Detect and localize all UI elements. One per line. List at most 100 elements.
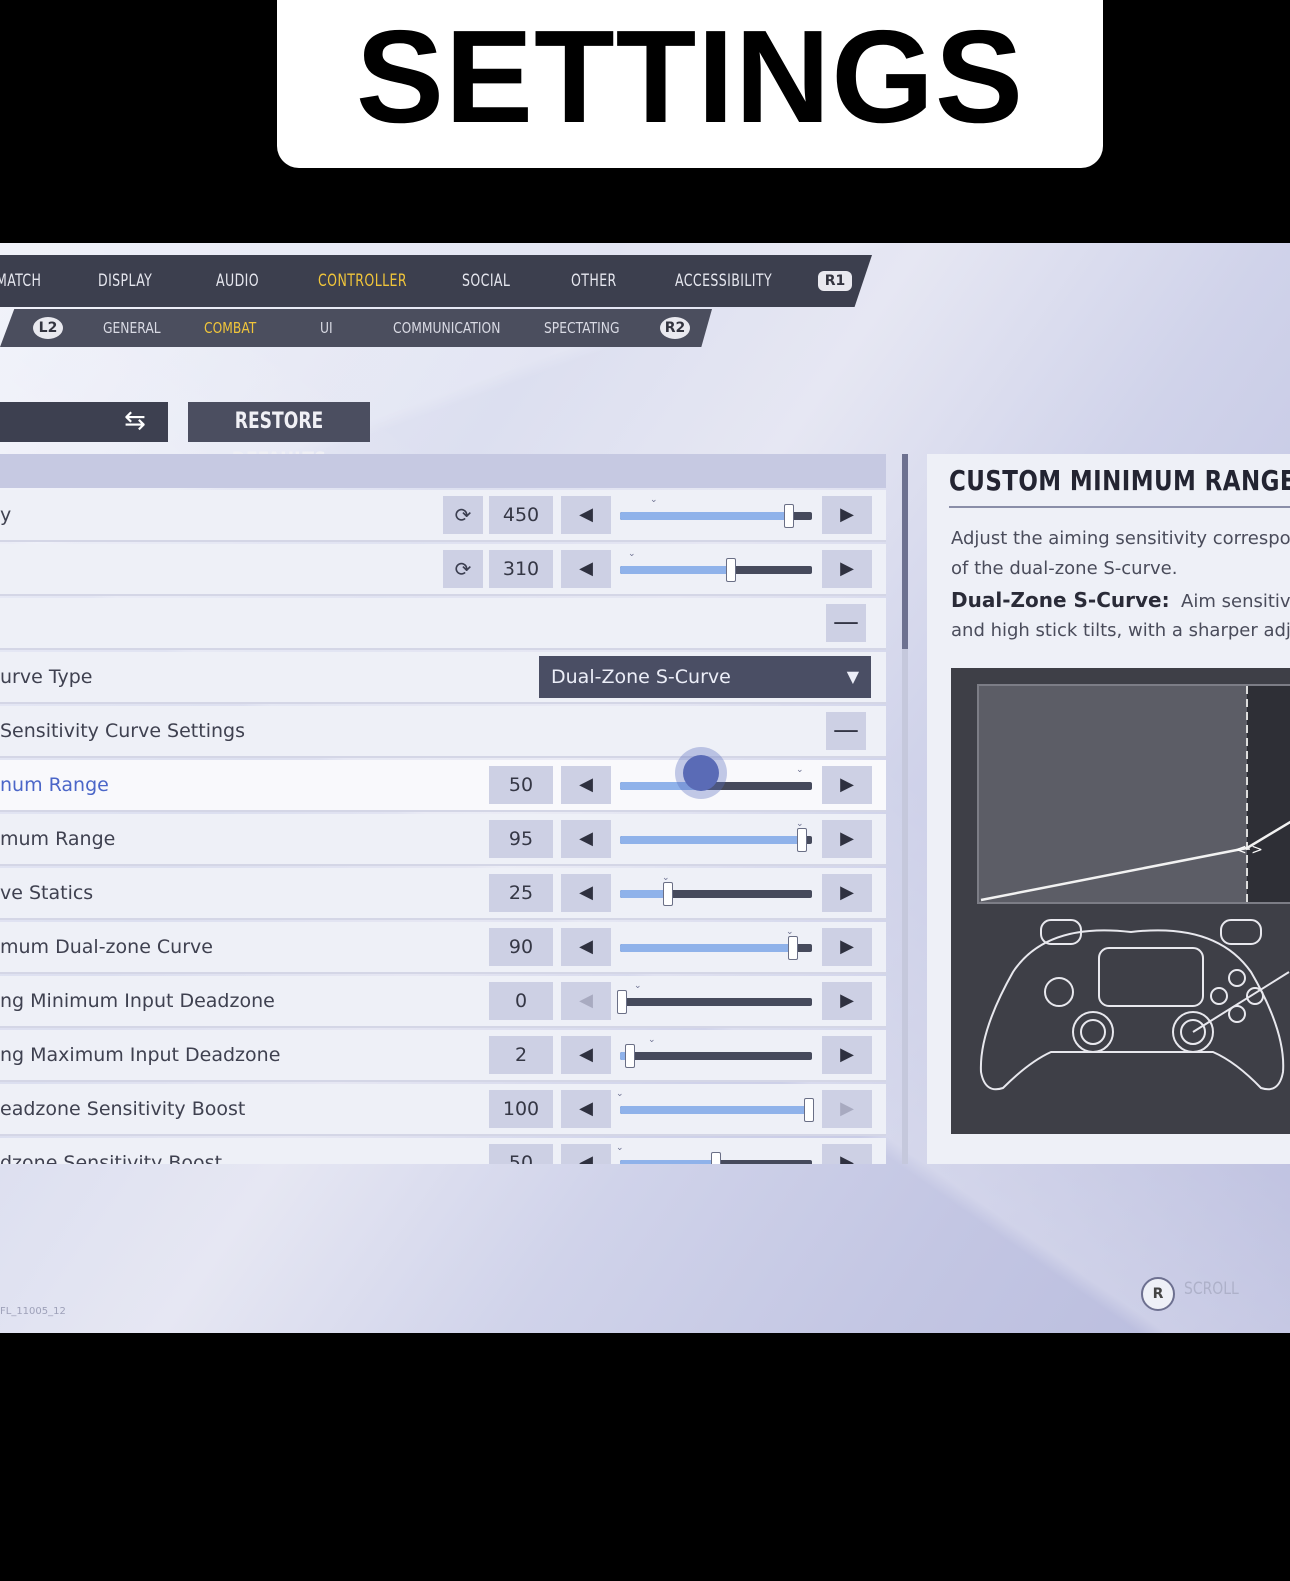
slider-handle[interactable] [787,936,798,960]
arrow-left-icon[interactable]: ◀ [561,982,611,1020]
arrow-left-icon[interactable]: ◀ [561,1144,611,1164]
tab-controller[interactable]: CONTROLLER [318,255,407,307]
slider-handle[interactable] [783,504,794,528]
collapse-icon[interactable]: — [826,712,866,750]
slider-track[interactable]: ⌄ [620,873,812,906]
controller-icon [979,919,1290,1091]
reset-icon[interactable]: ⟳ [443,550,483,588]
subtab-combat[interactable]: COMBAT [204,309,256,347]
arrow-left-icon[interactable]: ◀ [561,1036,611,1074]
tab-display[interactable]: DISPLAY [98,255,152,307]
setting-value: 90 [489,928,553,966]
subtab-spectating[interactable]: SPECTATING [544,309,619,347]
setting-label: num Range [0,774,109,796]
slider-track[interactable]: ⌄ [617,981,812,1014]
setting-value: 2 [489,1036,553,1074]
version-text: FL_11005_12 [0,1306,66,1317]
arrow-right-icon[interactable]: ▶ [822,766,872,804]
subtab-ui[interactable]: UI [320,309,333,347]
setting-value: 95 [489,820,553,858]
slider-track[interactable]: ⌄ [620,819,812,852]
restore-defaults-button[interactable]: RESTORE DEFAULTS [188,402,370,474]
slider-handle[interactable] [726,558,737,582]
scroll-hint: SCROLL [1184,1279,1239,1299]
arrow-right-icon[interactable]: ▶ [822,1090,872,1128]
setting-row[interactable]: eadzone Sensitivity Boost 100 ◀ ⌄ ▶ [0,1084,886,1136]
slider-track[interactable]: ⌄ [620,549,812,582]
setting-label: mum Dual-zone Curve [0,936,213,958]
setting-row[interactable]: ng Minimum Input Deadzone 0 ◀ ⌄ ▶ [0,976,886,1028]
setting-row[interactable]: ⟳ 310 ◀ ⌄ ▶ [0,544,886,596]
arrow-right-icon[interactable]: ▶ [822,874,872,912]
slider-track[interactable]: ⌄ [616,1143,812,1164]
swap-icon: ⇆ [124,406,146,436]
slider-handle[interactable] [663,882,673,906]
arrow-right-icon[interactable]: ▶ [822,550,872,588]
info-panel: CUSTOM MINIMUM RANGE Adjust the aiming s… [927,454,1290,1164]
setting-label: dzone Sensitivity Boost [0,1152,223,1164]
dropdown-value: Dual-Zone S-Curve [551,666,731,688]
slider-handle[interactable] [711,1152,721,1164]
setting-row-selected[interactable]: num Range 50 ◀ ⌄ ▶ [0,747,886,812]
slider-handle-focused[interactable] [675,747,727,799]
setting-row[interactable]: mum Dual-zone Curve 90 ◀ ⌄ ▶ [0,922,886,974]
settings-banner: SETTINGS [277,0,1103,168]
arrow-right-icon[interactable]: ▶ [822,928,872,966]
setting-value: 310 [489,550,553,588]
info-term: Dual-Zone S-Curve: [951,588,1170,612]
slider-track[interactable]: ⌄ [620,1035,812,1068]
slider-track[interactable]: ⌄ [616,1089,814,1122]
arrow-left-icon[interactable]: ◀ [561,928,611,966]
tab-social[interactable]: SOCIAL [462,255,510,307]
info-text: Adjust the aiming sensitivity correspo [951,528,1290,549]
subtab-communication[interactable]: COMMUNICATION [393,309,500,347]
subtab-general[interactable]: GENERAL [103,309,161,347]
collapse-icon[interactable]: — [826,604,866,642]
slider-track[interactable]: ⌄ [620,927,812,960]
arrow-right-icon[interactable]: ▶ [822,1144,872,1164]
setting-row[interactable]: ng Maximum Input Deadzone 2 ◀ ⌄ ▶ [0,1030,886,1082]
setting-label: ng Minimum Input Deadzone [0,990,275,1012]
banner-title: SETTINGS [355,3,1025,150]
setting-row-curve-type[interactable]: urve Type Dual-Zone S-Curve ▼ [0,652,886,704]
arrow-left-icon[interactable]: ◀ [561,874,611,912]
arrow-right-icon[interactable]: ▶ [822,1036,872,1074]
slider-handle[interactable] [804,1098,814,1122]
arrow-left-icon[interactable]: ◀ [561,550,611,588]
info-title: CUSTOM MINIMUM RANGE [949,464,1290,497]
arrow-right-icon[interactable]: ▶ [822,496,872,534]
arrow-left-icon[interactable]: ◀ [561,766,611,804]
settings-scroll-thumb[interactable] [902,454,908,649]
arrow-left-icon[interactable]: ◀ [561,496,611,534]
reset-icon[interactable]: ⟳ [443,496,483,534]
setting-group-row[interactable]: — [0,598,886,650]
slider-handle[interactable] [624,1044,635,1068]
tab-other[interactable]: OTHER [571,255,617,307]
setting-row[interactable]: mum Range 95 ◀ ⌄ ▶ [0,814,886,866]
slider-handle[interactable] [617,990,627,1014]
dropdown-caret-icon: ▼ [846,667,859,686]
r2-button-icon[interactable]: R2 [660,317,690,339]
preset-selector[interactable]: ⇆ [0,402,168,442]
curve-type-dropdown[interactable]: Dual-Zone S-Curve ▼ [539,656,871,698]
sub-nav: L2 GENERAL COMBAT UI COMMUNICATION SPECT… [0,309,712,347]
arrow-left-icon[interactable]: ◀ [561,820,611,858]
arrow-left-icon[interactable]: ◀ [561,1090,611,1128]
r1-button-icon[interactable]: R1 [818,271,852,291]
tab-accessibility[interactable]: ACCESSIBILITY [675,255,772,307]
l2-button-icon[interactable]: L2 [33,317,63,339]
slider-handle[interactable] [797,828,808,852]
slider-track[interactable]: ⌄ [620,495,812,528]
info-text: of the dual-zone S-curve. [951,558,1178,579]
game-settings-screen: MATCH DISPLAY AUDIO CONTROLLER SOCIAL OT… [0,243,1290,1333]
curve-graph-svg: <·> [980,686,1290,902]
settings-list: y ⟳ 450 ◀ ⌄ ▶ ⟳ 310 ◀ ⌄ ▶ — urve Type Du… [0,454,886,1164]
setting-row[interactable]: dzone Sensitivity Boost 50 ◀ ⌄ ▶ [0,1138,886,1164]
setting-row[interactable]: ve Statics 25 ◀ ⌄ ▶ [0,868,886,920]
setting-group-row[interactable]: Sensitivity Curve Settings — [0,706,886,758]
tab-match[interactable]: MATCH [0,255,41,307]
setting-row[interactable]: y ⟳ 450 ◀ ⌄ ▶ [0,490,886,542]
tab-audio[interactable]: AUDIO [216,255,259,307]
arrow-right-icon[interactable]: ▶ [822,982,872,1020]
arrow-right-icon[interactable]: ▶ [822,820,872,858]
